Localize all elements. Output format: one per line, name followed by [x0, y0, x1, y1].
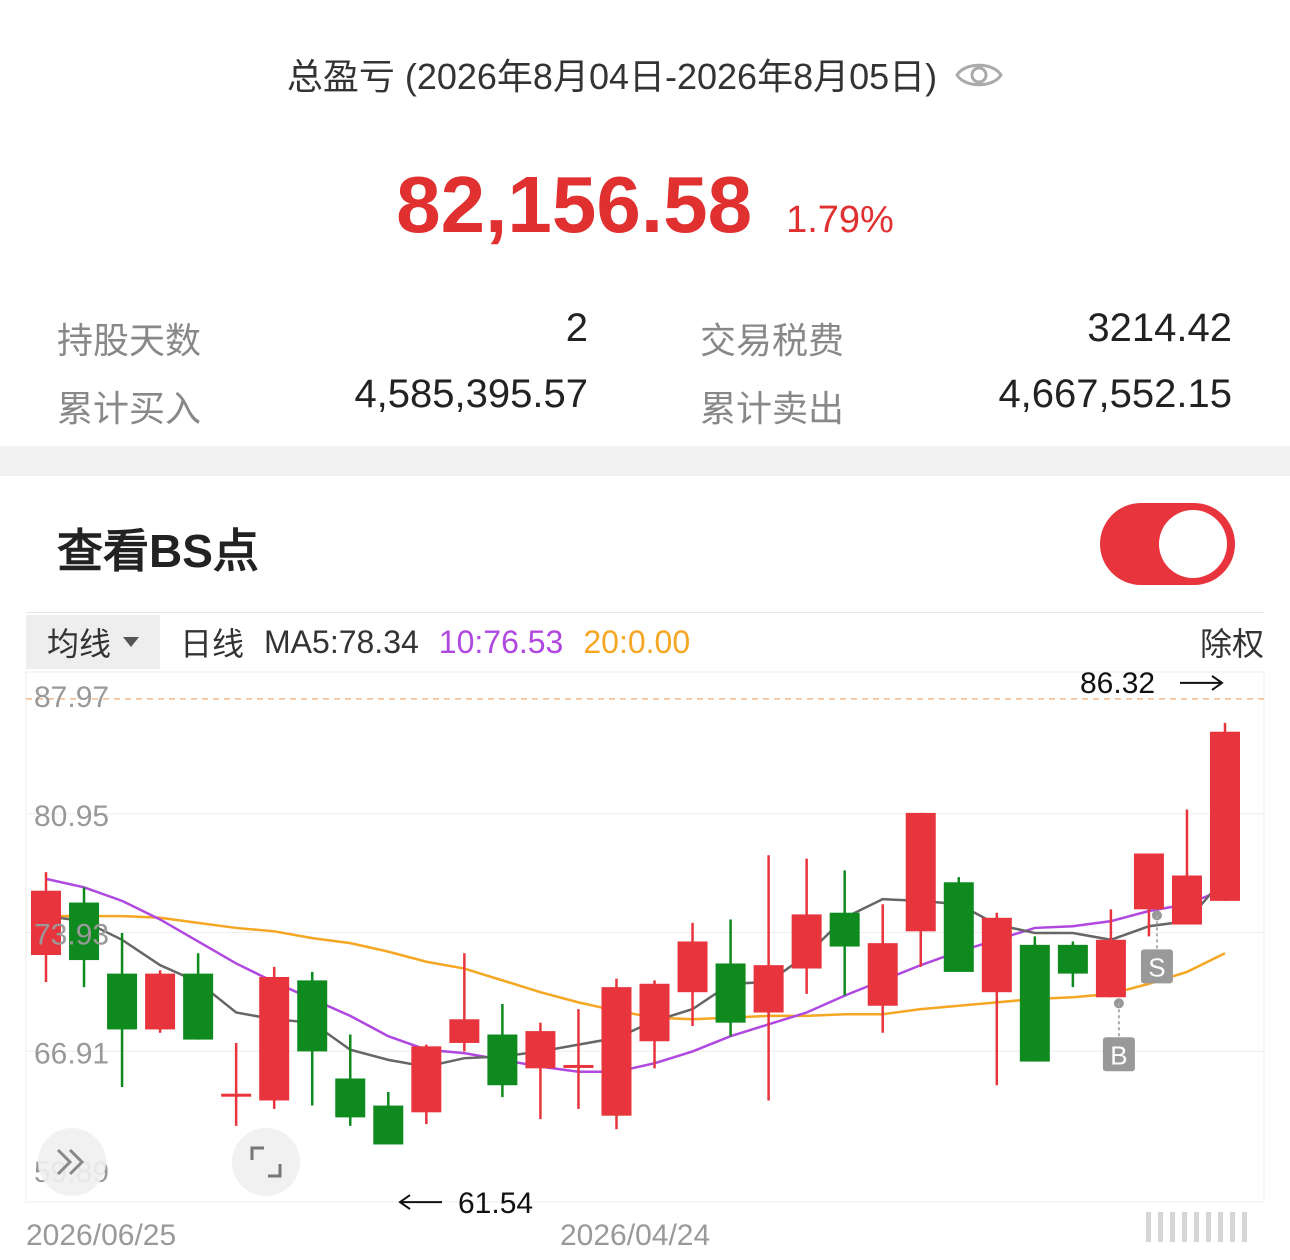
grip-bar	[1182, 1212, 1187, 1242]
grip-bar	[1230, 1212, 1235, 1242]
candle-body	[867, 943, 898, 1006]
candle-body	[1210, 731, 1240, 901]
total-pnl-value: 82,156.58	[396, 160, 753, 249]
candle-body	[601, 987, 632, 1116]
candle-body	[221, 1093, 252, 1097]
candle-body	[791, 914, 822, 969]
grip-bar	[1206, 1212, 1211, 1242]
x-tick-label: 2026/04/24	[560, 1219, 710, 1252]
ma-dropdown-label: 均线	[46, 626, 111, 662]
candle-body	[1171, 875, 1202, 925]
total-sell-label: 累计卖出	[700, 388, 845, 429]
bs-section-title: 查看BS点	[57, 525, 259, 577]
candle-body	[107, 973, 138, 1030]
candle-body	[943, 882, 974, 972]
arrow-right-icon	[1180, 675, 1224, 691]
kline-chart[interactable]: BS 87.9780.9573.9366.9159.892026/06/2520…	[0, 667, 1290, 1255]
candle-body	[715, 963, 746, 1023]
ma5-readout: MA5:78.34	[264, 623, 419, 660]
candle-body	[1019, 944, 1050, 1062]
y-tick-label: 73.93	[34, 919, 109, 952]
total-buy-value: 4,585,395.57	[354, 372, 588, 416]
candle-body	[411, 1046, 442, 1113]
bs-anchor-dot	[1151, 910, 1162, 921]
candle-body	[373, 1105, 404, 1145]
toggle-knob	[1159, 510, 1227, 578]
grip-bar	[1158, 1212, 1163, 1242]
candle-body	[145, 973, 176, 1030]
candle-body	[905, 812, 936, 932]
arrow-left-icon	[398, 1194, 442, 1210]
candle-body	[563, 1064, 594, 1068]
candle-body	[753, 965, 784, 1013]
bs-badge-label: S	[1148, 952, 1165, 982]
total-pnl-percent: 1.79%	[786, 199, 894, 241]
grip-bar	[1218, 1212, 1223, 1242]
section-divider	[0, 446, 1290, 476]
grip-bar	[1194, 1212, 1199, 1242]
chart-frame	[25, 671, 1265, 1203]
y-tick-label: 87.97	[34, 681, 109, 714]
candle-body	[1057, 944, 1088, 974]
hold-days-value: 2	[565, 306, 588, 350]
pnl-summary: 82,156.58 1.79%	[0, 150, 1290, 250]
hold-days-label: 持股天数	[57, 320, 202, 361]
pnl-title: 总盈亏 (2026年8月04日-2026年8月05日)	[286, 56, 938, 97]
kline-svg: BS 87.9780.9573.9366.9159.892026/06/2520…	[25, 667, 1265, 1252]
candle-body	[335, 1078, 366, 1118]
y-tick-label: 80.95	[34, 800, 109, 833]
candle-body	[1133, 853, 1164, 910]
candle-body	[981, 917, 1012, 993]
ma10-readout: 10:76.53	[438, 623, 564, 660]
caret-down-icon	[123, 637, 139, 647]
low-price-label: 61.54	[458, 1187, 533, 1220]
grip-bar	[1242, 1212, 1247, 1242]
high-price-label: 86.32	[1080, 670, 1155, 700]
fees-value: 3214.42	[1087, 306, 1232, 350]
bs-anchor-dot	[1113, 998, 1124, 1009]
grip-bar	[1146, 1212, 1151, 1242]
candle-body	[639, 983, 670, 1042]
candle-body	[487, 1034, 518, 1086]
fees-label: 交易税费	[700, 320, 845, 361]
period-label[interactable]: 日线	[180, 619, 244, 665]
zoom-handle-grip[interactable]	[1140, 1210, 1252, 1244]
expand-collapse-button[interactable]	[38, 1128, 106, 1196]
candle-body	[677, 941, 708, 993]
grip-icon	[1146, 1212, 1247, 1242]
grip-bar	[1170, 1212, 1175, 1242]
candle-body	[259, 976, 290, 1101]
bs-toggle-switch[interactable]	[1100, 503, 1235, 585]
ma20-readout: 20:0.00	[583, 623, 691, 660]
candle-body	[297, 980, 328, 1052]
candle-body	[525, 1031, 556, 1069]
pnl-title-row: 总盈亏 (2026年8月04日-2026年8月05日)	[0, 48, 1290, 100]
candle-body	[183, 973, 214, 1040]
total-buy-label: 累计买入	[57, 388, 202, 429]
fullscreen-button[interactable]	[232, 1128, 300, 1196]
x-tick-label: 2026/06/25	[26, 1219, 176, 1252]
chart-toolbar: 均线 日线 MA5:78.34 10:76.53 20:0.00 除权	[26, 612, 1264, 671]
bs-badge-label: B	[1110, 1040, 1127, 1070]
candle-body	[829, 912, 860, 947]
candle-body	[1095, 939, 1126, 998]
y-tick-label: 66.91	[34, 1037, 109, 1070]
eye-icon[interactable]	[955, 58, 1003, 90]
candle-body	[449, 1019, 480, 1043]
ma-type-dropdown[interactable]: 均线	[26, 615, 160, 669]
total-sell-value: 4,667,552.15	[998, 372, 1232, 416]
adjust-button[interactable]: 除权	[1200, 619, 1264, 665]
